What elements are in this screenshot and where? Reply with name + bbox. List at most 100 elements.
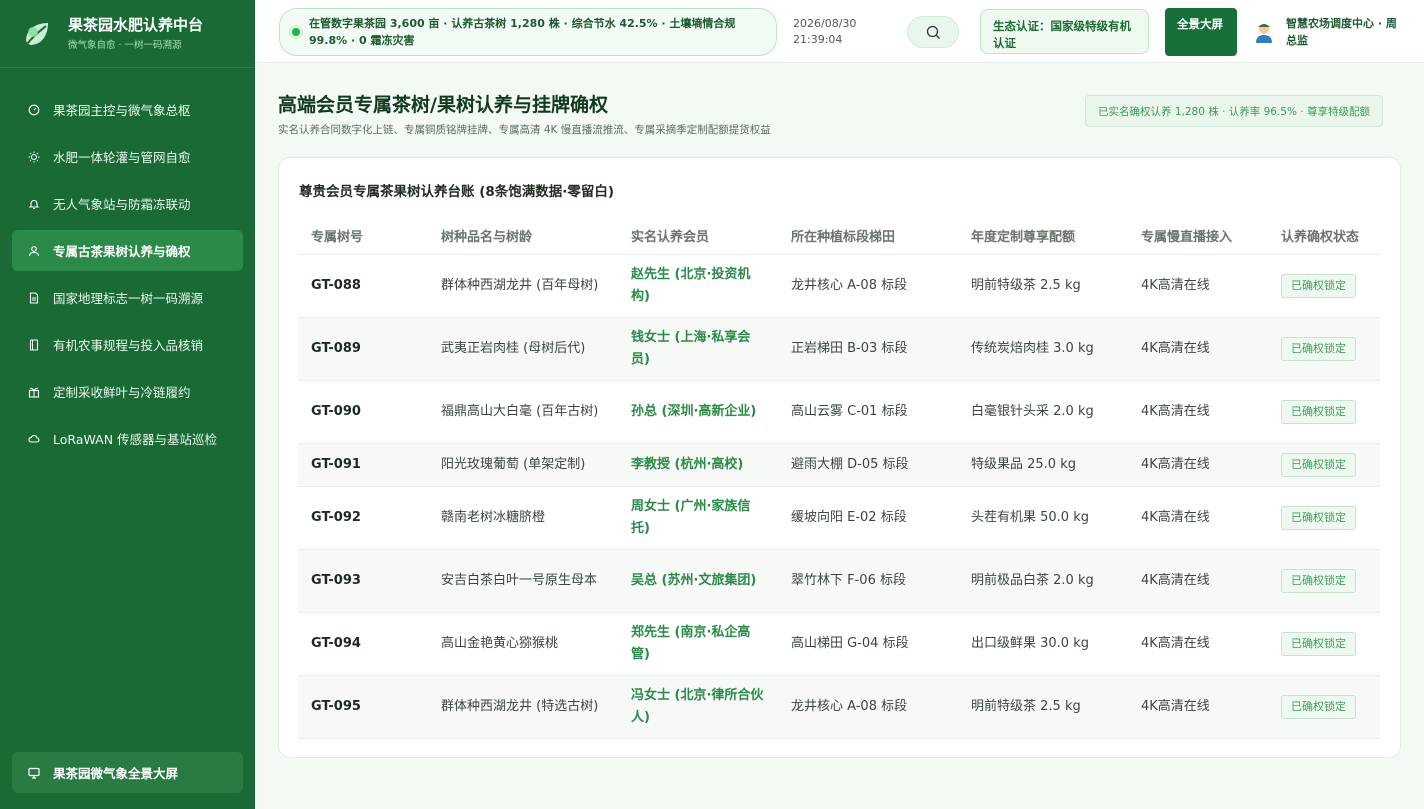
table-row[interactable]: GT-095 群体种西湖龙井 (特选古树) 冯女士 (北京·律所合伙人) 龙井核心 A… bbox=[298, 676, 1380, 739]
cell-live: 4K高清在线 bbox=[1141, 573, 1210, 588]
sidebar-item-label: LoRaWAN 传感器与基站巡检 bbox=[53, 432, 218, 447]
sidebar-item-label: 果茶园主控与微气象总枢 bbox=[53, 103, 191, 118]
user-name: 智慧农场调度中心 · 周总监 bbox=[1286, 17, 1397, 47]
status-badge: 已确权锁定 bbox=[1281, 337, 1356, 361]
book-icon bbox=[29, 338, 39, 351]
sidebar-item-label: 水肥一体轮灌与管网自愈 bbox=[53, 150, 191, 165]
status-badge: 已确权锁定 bbox=[1281, 274, 1356, 298]
cell-quota: 传统炭焙肉桂 3.0 kg bbox=[971, 341, 1094, 356]
cell-id: GT-095 bbox=[311, 699, 361, 714]
cell-live: 4K高清在线 bbox=[1141, 341, 1210, 356]
sidebar-item-label: 有机农事规程与投入品核销 bbox=[53, 338, 204, 353]
table-row[interactable]: GT-094 高山金艳黄心猕猴桃 郑先生 (南京·私企高管) 高山梯田 G-04 标段… bbox=[298, 613, 1380, 676]
sidebar-item-0[interactable]: 果茶园主控与微气象总枢 bbox=[12, 89, 243, 130]
cell-plot: 避雨大棚 D-05 标段 bbox=[791, 457, 909, 472]
top-header: 在管数字果茶园 3,600 亩 · 认养古茶树 1,280 株 · 综合节水 4… bbox=[255, 0, 1424, 63]
fullscreen-button[interactable]: 全景大屏 bbox=[1165, 8, 1237, 56]
cell-member: 周女士 (广州·家族信托) bbox=[631, 499, 751, 536]
cell-id: GT-088 bbox=[311, 278, 361, 293]
sun-gear-icon bbox=[28, 151, 40, 162]
cell-id: GT-092 bbox=[311, 510, 361, 525]
sidebar-item-4[interactable]: 国家地理标志一树一码溯源 bbox=[12, 277, 243, 318]
sidebar-item-2[interactable]: 无人气象站与防霜冻联动 bbox=[12, 183, 243, 224]
cell-live: 4K高清在线 bbox=[1141, 404, 1210, 419]
column-header: 专属慢直播接入 bbox=[1141, 230, 1233, 245]
cell-plot: 龙井核心 A-08 标段 bbox=[791, 278, 908, 293]
certification-badge: 生态认证：国家级特级有机认证 bbox=[980, 9, 1149, 54]
cell-variety: 安吉白茶白叶一号原生母本 bbox=[441, 573, 598, 588]
cell-id: GT-089 bbox=[311, 341, 361, 356]
cell-live: 4K高清在线 bbox=[1141, 278, 1210, 293]
page-subtitle: 实名认养合同数字化上链、专属铜质铭牌挂牌、专属高清 4K 慢直播流推流、专属采摘… bbox=[278, 124, 771, 136]
column-header: 认养确权状态 bbox=[1281, 230, 1360, 245]
sidebar-item-5[interactable]: 有机农事规程与投入品核销 bbox=[12, 324, 243, 365]
sidebar-item-7[interactable]: LoRaWAN 传感器与基站巡检 bbox=[12, 418, 243, 459]
cell-member: 钱女士 (上海·私享会员) bbox=[631, 330, 751, 367]
status-badge: 已确权锁定 bbox=[1281, 569, 1356, 593]
cell-live: 4K高清在线 bbox=[1141, 636, 1210, 651]
cell-variety: 福鼎高山大白毫 (百年古树) bbox=[441, 404, 599, 419]
monitor-icon bbox=[28, 767, 40, 779]
sidebar-item-1[interactable]: 水肥一体轮灌与管网自愈 bbox=[12, 136, 243, 177]
time-text: 21:39:04 bbox=[793, 33, 843, 46]
sidebar: 果茶园水肥认养中台 微气象自愈 · 一树一码溯源 果茶园主控与微气象总枢 水肥一体… bbox=[0, 0, 255, 809]
table-row[interactable]: GT-091 阳光玫瑰葡萄 (单架定制) 李教授 (杭州·高校) 避雨大棚 D-05 … bbox=[298, 444, 1380, 487]
table-row[interactable]: GT-089 武夷正岩肉桂 (母树后代) 钱女士 (上海·私享会员) 正岩梯田 B-0… bbox=[298, 318, 1380, 381]
column-header: 树种品名与树龄 bbox=[441, 230, 533, 245]
sidebar-item-3[interactable]: 专属古茶果树认养与确权 bbox=[12, 230, 243, 271]
farmer-avatar-icon bbox=[1256, 24, 1272, 43]
cell-quota: 明前特级茶 2.5 kg bbox=[971, 699, 1081, 714]
status-badge: 已确权锁定 bbox=[1281, 632, 1356, 656]
table-header: 专属树号 树种品名与树龄 实名认养会员 所在种植标段梯田 年度定制尊享配额 专属慢直播接入… bbox=[298, 217, 1380, 255]
brand: 果茶园水肥认养中台 微气象自愈 · 一树一码溯源 bbox=[0, 0, 255, 68]
sidebar-fullscreen-link[interactable]: 果茶园微气象全景大屏 bbox=[12, 752, 243, 793]
cell-quota: 明前特级茶 2.5 kg bbox=[971, 278, 1081, 293]
cell-variety: 群体种西湖龙井 (特选古树) bbox=[441, 699, 599, 714]
status-cell: 已确权锁定 bbox=[1268, 337, 1380, 361]
cell-plot: 正岩梯田 B-03 标段 bbox=[791, 341, 908, 356]
user-icon bbox=[28, 245, 40, 256]
status-cell: 已确权锁定 bbox=[1268, 569, 1380, 593]
table-row[interactable]: GT-093 安吉白茶白叶一号原生母本 吴总 (苏州·文旅集团) 翠竹林下 F-06 … bbox=[298, 550, 1380, 613]
adoption-stat-badge: 已实名确权认养 1,280 株 · 认养率 96.5% · 尊享特级配额 bbox=[1085, 95, 1383, 127]
user-profile[interactable]: 智慧农场调度中心 · 周总监 bbox=[1253, 15, 1402, 49]
cell-variety: 群体种西湖龙井 (百年母树) bbox=[441, 278, 599, 293]
status-ticker: 在管数字果茶园 3,600 亩 · 认养古茶树 1,280 株 · 综合节水 4… bbox=[279, 8, 777, 56]
cell-live: 4K高清在线 bbox=[1141, 510, 1210, 525]
cell-member: 冯女士 (北京·律所合伙人) bbox=[631, 688, 764, 725]
table-row[interactable]: GT-090 福鼎高山大白毫 (百年古树) 孙总 (深圳·高新企业) 高山云雾 C-0… bbox=[298, 381, 1380, 444]
ticker-text: 在管数字果茶园 3,600 亩 · 认养古茶树 1,280 株 · 综合节水 4… bbox=[309, 17, 736, 47]
cell-id: GT-094 bbox=[311, 636, 361, 651]
cell-member: 李教授 (杭州·高校) bbox=[631, 457, 744, 472]
app-subtitle: 微气象自愈 · 一树一码溯源 bbox=[68, 40, 182, 51]
cell-variety: 阳光玫瑰葡萄 (单架定制) bbox=[441, 457, 586, 472]
sidebar-item-6[interactable]: 定制采收鲜叶与冷链履约 bbox=[12, 371, 243, 412]
cell-quota: 头茬有机果 50.0 kg bbox=[971, 510, 1089, 525]
cell-plot: 翠竹林下 F-06 标段 bbox=[791, 573, 906, 588]
status-cell: 已确权锁定 bbox=[1268, 400, 1380, 424]
date-text: 2026/08/30 bbox=[793, 17, 857, 30]
status-cell: 已确权锁定 bbox=[1268, 453, 1380, 477]
table-row[interactable]: GT-092 赣南老树冰糖脐橙 周女士 (广州·家族信托) 缓坡向阳 E-02 标段 头… bbox=[298, 487, 1380, 550]
status-badge: 已确权锁定 bbox=[1281, 506, 1356, 530]
cell-plot: 龙井核心 A-08 标段 bbox=[791, 699, 908, 714]
card-title: 尊贵会员专属茶果树认养台账 (8条饱满数据·零留白) bbox=[299, 184, 615, 200]
cloud-icon bbox=[28, 434, 40, 443]
sidebar-item-label: 定制采收鲜叶与冷链履约 bbox=[53, 385, 191, 400]
sidebar-item-label: 国家地理标志一树一码溯源 bbox=[53, 291, 204, 306]
sidebar-nav: 果茶园主控与微气象总枢 水肥一体轮灌与管网自愈 无人气象站与防霜冻联动 专属古茶果树认… bbox=[0, 68, 255, 459]
status-badge: 已确权锁定 bbox=[1281, 453, 1356, 477]
cell-member: 吴总 (苏州·文旅集团) bbox=[631, 573, 757, 588]
table-row[interactable]: GT-088 群体种西湖龙井 (百年母树) 赵先生 (北京·投资机构) 龙井核心 A-… bbox=[298, 255, 1380, 318]
status-cell: 已确权锁定 bbox=[1268, 274, 1380, 298]
cell-quota: 白毫银针头采 2.0 kg bbox=[971, 404, 1094, 419]
sidebar-item-label: 无人气象站与防霜冻联动 bbox=[53, 197, 191, 212]
cell-id: GT-091 bbox=[311, 457, 361, 472]
column-header: 年度定制尊享配额 bbox=[971, 230, 1076, 245]
status-cell: 已确权锁定 bbox=[1268, 695, 1380, 719]
app-title: 果茶园水肥认养中台 bbox=[68, 16, 204, 34]
cell-plot: 高山梯田 G-04 标段 bbox=[791, 636, 909, 651]
sidebar-item-label: 专属古茶果树认养与确权 bbox=[53, 244, 191, 259]
cell-variety: 赣南老树冰糖脐橙 bbox=[441, 510, 546, 525]
search-button[interactable] bbox=[907, 16, 959, 48]
